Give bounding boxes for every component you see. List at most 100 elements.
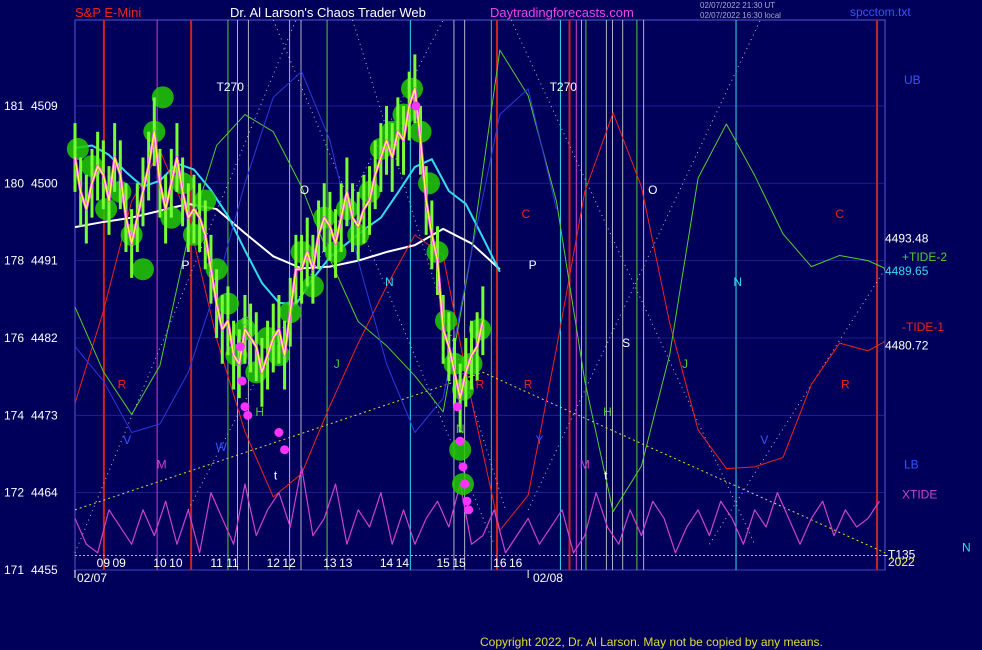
x-tick-8: 09 — [113, 556, 127, 570]
x-tick-11: 12 — [282, 556, 296, 570]
plot-border — [74, 19, 886, 571]
x-tick-7: 16 — [493, 556, 507, 570]
chart-label-9: R — [476, 377, 485, 391]
magenta-dot-8 — [455, 436, 465, 446]
y-tick-left-5: 180 — [4, 176, 24, 190]
right-label-3: 4489.65 — [885, 264, 929, 278]
magenta-dot-10 — [460, 479, 470, 489]
header-file: spcctom.txt — [850, 5, 911, 19]
x-tick-4: 13 — [323, 556, 337, 570]
series-xtide — [74, 466, 880, 554]
chart-label-5: O — [648, 183, 657, 197]
chart-label-3: P — [529, 258, 537, 272]
chart-label-24: t — [604, 468, 608, 482]
magenta-dot-7 — [452, 402, 462, 412]
chart-label-16: H — [255, 405, 264, 419]
y-tick-left-6: 181 — [4, 99, 24, 113]
chart-label-26: V — [760, 433, 768, 447]
y-tick-left-2: 174 — [4, 408, 24, 422]
glow-dot-2 — [95, 198, 118, 221]
header-title: Dr. Al Larson's Chaos Trader Web — [230, 5, 426, 20]
magenta-dot-11 — [462, 496, 472, 506]
chart-label-0: T270 — [217, 80, 245, 94]
right-label-9: N — [962, 541, 971, 555]
magenta-dot-2 — [240, 402, 250, 412]
chart-canvas: 171 4455 172 4464 174 4473 176 4482 178 4491 180 45… — [4, 1, 971, 649]
chart-label-8: R — [118, 377, 127, 391]
chart-label-22: S — [622, 336, 630, 350]
chart-label-25: V — [123, 433, 131, 447]
glow-dot-5 — [131, 258, 154, 281]
chart-label-12: C — [522, 207, 531, 221]
date-label-1: 02/08 — [533, 571, 563, 585]
magenta-dot-9 — [458, 462, 468, 472]
y-tick-right-2: 4473 — [31, 408, 58, 422]
chart-label-7: N — [733, 275, 742, 289]
header-timestamp-1: 02/07/2022 21:30 UT — [700, 1, 775, 10]
header-instrument: S&P E-Mini — [75, 5, 141, 20]
x-tick-3: 12 — [267, 556, 281, 570]
header-site: Daytradingforecasts.com — [490, 5, 634, 20]
right-label-0: UB — [904, 73, 921, 87]
x-tick-2: 11 — [210, 556, 223, 570]
y-tick-right-0: 4455 — [31, 563, 58, 577]
header-timestamp-2: 02/07/2022 16:30 local — [700, 11, 781, 20]
y-tick-right-3: 4482 — [31, 331, 58, 345]
dotted-yellow-line-0 — [74, 371, 886, 554]
x-tick-10: 11 — [226, 556, 239, 570]
chart-label-20: N — [456, 422, 465, 436]
x-tick-13: 14 — [396, 556, 410, 570]
chart-label-1: T270 — [550, 80, 578, 94]
y-tick-left-3: 176 — [4, 331, 24, 345]
magenta-dot-1 — [237, 376, 247, 386]
glow-dot-32 — [418, 172, 441, 195]
right-label-7: XTIDE — [902, 487, 937, 501]
date-label-0: 02/07 — [77, 571, 107, 585]
chart-label-19: J — [682, 357, 688, 371]
chart-label-21: G — [241, 314, 250, 328]
chart-label-13: C — [835, 207, 844, 221]
x-tick-9: 10 — [169, 556, 183, 570]
x-tick-12: 13 — [339, 556, 353, 570]
glow-dot-34 — [435, 309, 458, 332]
right-label-1: 4493.48 — [885, 231, 929, 245]
glow-dot-0 — [66, 137, 89, 160]
footer-copyright: Copyright 2022, Dr. Al Larson. May not b… — [480, 635, 823, 649]
chart-label-27: W — [215, 440, 227, 454]
chart-label-17: H — [603, 405, 612, 419]
right-label-4: -TIDE-1 — [902, 320, 944, 334]
magenta-dot-0 — [235, 342, 245, 352]
dotted-white-line-3 — [352, 19, 506, 510]
chart-label-14: M — [157, 457, 167, 471]
chart-label-10: R — [524, 377, 533, 391]
right-label-5: 4480.72 — [885, 339, 929, 353]
x-tick-0: 09 — [97, 556, 111, 570]
dotted-white-line-4 — [510, 19, 756, 545]
series-lines — [74, 49, 886, 554]
y-tick-left-0: 171 — [4, 563, 24, 577]
chart-label-6: N — [385, 275, 394, 289]
year-label: 2022 — [888, 555, 915, 569]
chart-label-15: M — [580, 457, 590, 471]
y-tick-right-5: 4500 — [31, 176, 58, 190]
y-tick-right-4: 4491 — [31, 254, 58, 268]
chart-label-28: Y — [535, 433, 543, 447]
chart-label-11: R — [841, 377, 850, 391]
chart-label-2: P — [181, 258, 189, 272]
y-tick-right-6: 4509 — [31, 99, 58, 113]
right-label-2: +TIDE-2 — [902, 250, 947, 264]
magenta-dot-4 — [274, 428, 284, 437]
y-tick-left-4: 178 — [4, 254, 24, 268]
magenta-dots — [235, 101, 474, 515]
right-label-6: LB — [904, 457, 919, 471]
y-tick-right-1: 4464 — [31, 486, 58, 500]
x-tick-15: 16 — [509, 556, 523, 570]
x-tick-6: 15 — [437, 556, 451, 570]
magenta-dot-12 — [464, 505, 474, 515]
x-tick-5: 14 — [380, 556, 394, 570]
y-tick-left-1: 172 — [4, 486, 24, 500]
chart-label-23: t — [274, 468, 278, 482]
plot-area — [74, 19, 886, 571]
chart-label-4: O — [300, 183, 309, 197]
magenta-dot-6 — [411, 101, 421, 111]
